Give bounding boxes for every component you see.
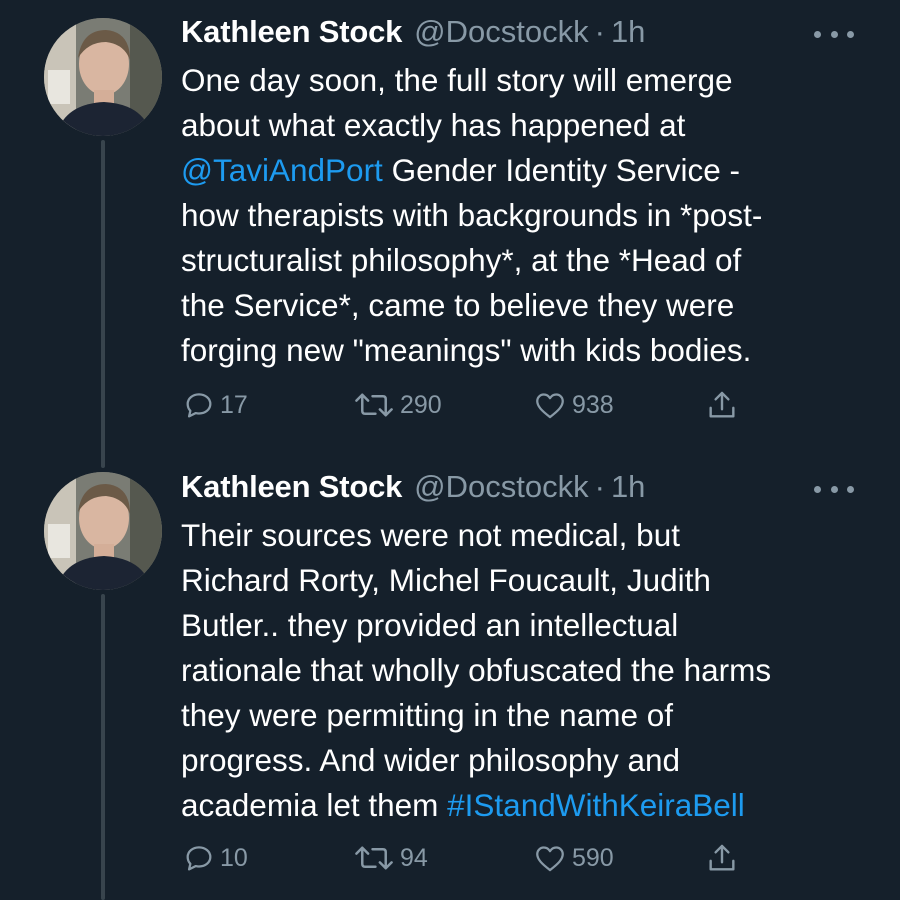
heart-icon (536, 846, 564, 872)
text-segment: One day soon, the full story will emerge (181, 62, 733, 98)
tweet-text-line: structuralist philosophy*, at the *Head … (181, 238, 881, 283)
text-segment: academia let them (181, 787, 448, 823)
reply-count: 10 (220, 843, 248, 872)
author-handle[interactable]: @Docstockk (414, 469, 588, 505)
text-segment: about what exactly has happened at (181, 107, 686, 143)
reply-icon (186, 393, 212, 418)
tweet-text-line: rationale that wholly obfuscated the har… (181, 648, 881, 693)
text-segment: rationale that wholly obfuscated the har… (181, 652, 772, 688)
tweet-text-line: forging new "meanings" with kids bodies. (181, 328, 881, 373)
text-segment: they were permitting in the name of (181, 697, 674, 733)
reply-count: 17 (220, 390, 248, 419)
text-segment: forging new "meanings" with kids bodies. (181, 332, 752, 368)
tweet-text-line: the Service*, came to believe they were (181, 283, 881, 328)
tweet-actions: 17 290 938 (180, 387, 760, 423)
tweet-text-line: Their sources were not medical, but (181, 513, 881, 558)
share-button[interactable] (705, 840, 739, 876)
like-button[interactable]: 590 (532, 840, 614, 876)
retweet-count: 94 (400, 843, 428, 872)
tweet-text: Their sources were not medical, but Richa… (181, 513, 881, 828)
text-segment: how therapists with backgrounds in *post… (181, 197, 763, 233)
reply-icon (186, 846, 212, 871)
tweet-text-line: progress. And wider philosophy and (181, 738, 881, 783)
retweet-button[interactable]: 94 (352, 840, 428, 876)
like-count: 590 (572, 843, 614, 872)
text-segment: progress. And wider philosophy and (181, 742, 681, 778)
tweet-header: Kathleen Stock @Docstockk · 1h (181, 469, 645, 505)
tweet[interactable]: Kathleen Stock @Docstockk · 1h Their sou… (0, 455, 900, 900)
author-handle[interactable]: @Docstockk (414, 14, 588, 50)
tweet-timestamp[interactable]: 1h (611, 14, 645, 50)
tweet-text-line: they were permitting in the name of (181, 693, 881, 738)
more-options-icon[interactable] (814, 24, 854, 44)
avatar[interactable] (44, 18, 162, 136)
tweet-text: One day soon, the full story will emerge… (181, 58, 881, 373)
tweet-text-line: about what exactly has happened at (181, 103, 881, 148)
text-segment: Gender Identity Service - (382, 152, 740, 188)
hashtag-link[interactable]: #IStandWithKeiraBell (447, 787, 745, 823)
separator-dot: · (594, 14, 605, 49)
tweet-text-line: @TaviAndPort Gender Identity Service - (181, 148, 881, 193)
retweet-icon (355, 393, 393, 417)
share-button[interactable] (705, 387, 739, 423)
reply-button[interactable]: 10 (182, 840, 248, 876)
separator-dot: · (594, 469, 605, 504)
text-segment: Their sources were not medical, but (181, 517, 680, 553)
share-icon (709, 844, 735, 871)
tweet-header: Kathleen Stock @Docstockk · 1h (181, 14, 645, 50)
reply-button[interactable]: 17 (182, 387, 248, 423)
profile-photo (44, 472, 162, 590)
text-segment: structuralist philosophy*, at the *Head … (181, 242, 742, 278)
tweet-text-line: One day soon, the full story will emerge (181, 58, 881, 103)
retweet-button[interactable]: 290 (352, 387, 442, 423)
like-button[interactable]: 938 (532, 387, 614, 423)
text-segment: Richard Rorty, Michel Foucault, Judith (181, 562, 711, 598)
author-name[interactable]: Kathleen Stock (181, 14, 402, 50)
heart-icon (536, 393, 564, 419)
text-segment: the Service*, came to believe they were (181, 287, 735, 323)
tweet-text-line: Richard Rorty, Michel Foucault, Judith (181, 558, 881, 603)
mention-link[interactable]: @TaviAndPort (181, 152, 383, 188)
tweet-timestamp[interactable]: 1h (611, 469, 645, 505)
more-options-icon[interactable] (814, 479, 854, 499)
tweet-text-line: Butler.. they provided an intellectual (181, 603, 881, 648)
retweet-count: 290 (400, 390, 442, 419)
like-count: 938 (572, 390, 614, 419)
profile-photo (44, 18, 162, 136)
tweet-text-line: how therapists with backgrounds in *post… (181, 193, 881, 238)
tweet-text-line: academia let them #IStandWithKeiraBell (181, 783, 881, 828)
tweet-actions: 10 94 590 (180, 840, 760, 876)
avatar[interactable] (44, 472, 162, 590)
share-icon (709, 391, 735, 418)
retweet-icon (355, 846, 393, 870)
author-name[interactable]: Kathleen Stock (181, 469, 402, 505)
text-segment: Butler.. they provided an intellectual (181, 607, 679, 643)
tweet[interactable]: Kathleen Stock @Docstockk · 1h One day s… (0, 0, 900, 455)
